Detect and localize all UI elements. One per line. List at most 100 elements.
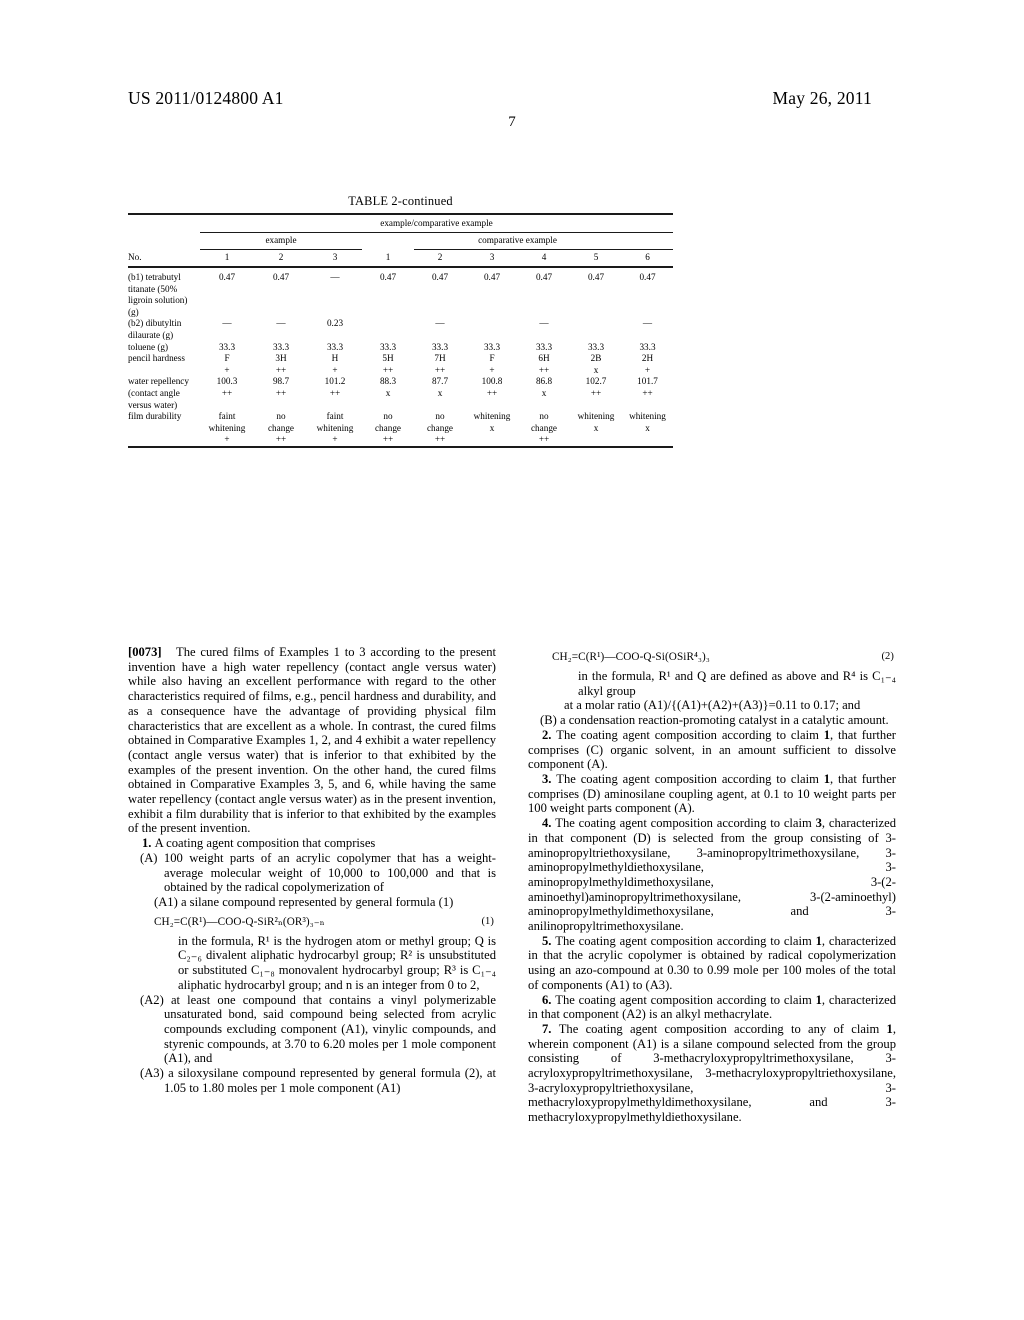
cell-value-line1: no xyxy=(435,411,445,422)
cell-rating: ++ xyxy=(642,387,653,398)
publication-date: May 26, 2011 xyxy=(772,88,872,108)
cell: 33.3 xyxy=(431,341,449,352)
cell: 0.47 xyxy=(639,272,656,282)
cell-value: 7H xyxy=(434,353,446,364)
cell-value: 87.7 xyxy=(431,376,449,387)
cell: 0.47 xyxy=(483,272,501,282)
item-tag: (A3) xyxy=(140,1066,164,1081)
cell: 0.23 xyxy=(326,318,344,329)
claim-4: 4. The coating agent composition accordi… xyxy=(528,816,896,934)
cell-value: 2B xyxy=(590,353,602,364)
claim-5: 5. The coating agent composition accordi… xyxy=(528,934,896,993)
table-row: pencil hardness F + 3H ++ H + 5H ++ 7H +… xyxy=(128,353,673,376)
cell: 0.47 xyxy=(379,272,397,282)
formula-1: CH₂=C(R¹)—COO-Q-SiR²ₙ(OR³)₃₋ₙ (1) xyxy=(128,916,496,929)
cell-rating: + xyxy=(332,434,338,445)
item-text: at least one compound that contains a vi… xyxy=(164,992,496,1066)
cell-rating: ++ xyxy=(382,434,394,445)
claim-text-post: , wherein component (A1) is a silane com… xyxy=(528,1021,896,1125)
claim-6: 6. The coating agent composition accordi… xyxy=(528,993,896,1022)
cell-value: 3H xyxy=(275,353,287,364)
cell: 100.3 ++ xyxy=(200,376,254,411)
publication-number: US 2011/0124800 A1 xyxy=(128,88,284,108)
claim-number: 2. xyxy=(542,727,552,742)
cell xyxy=(570,318,622,341)
cell: 86.8 x xyxy=(518,376,570,411)
table-row: toluene (g) 33.3 33.3 33.3 33.3 33.3 33.… xyxy=(128,342,673,354)
cell: 5H ++ xyxy=(362,353,414,376)
cell: 33.3 xyxy=(218,341,236,352)
col-header-8: 6 xyxy=(645,252,650,262)
col-header-2: 3 xyxy=(332,252,338,262)
cell: — xyxy=(276,318,286,329)
table-bottom-rule xyxy=(128,445,673,452)
row-label: (b1) tetrabutyl titanate (50% ligroin so… xyxy=(128,272,188,317)
table-row: (b1) tetrabutyl titanate (50% ligroin so… xyxy=(128,272,673,318)
cell: 33.3 xyxy=(326,341,344,352)
claim-number: 5. xyxy=(542,933,552,948)
cell-value-line1: faint xyxy=(326,411,344,422)
cell-rating: ++ xyxy=(275,387,287,398)
table-title: TABLE 2-continued xyxy=(348,194,453,208)
cell: 33.3 xyxy=(483,341,501,352)
cell: 33.3 xyxy=(535,341,553,352)
cell-rating: ++ xyxy=(275,434,287,445)
claim-1-item-a2: (A2) at least one compound that contains… xyxy=(128,993,496,1067)
formula-1-definition: in the formula, R¹ is the hydrogen atom … xyxy=(178,933,496,992)
paragraph-text: The cured films of Examples 1 to 3 accor… xyxy=(128,645,497,836)
cell: whitening x xyxy=(570,411,622,447)
cell-value: 102.7 xyxy=(585,376,607,387)
cell xyxy=(362,318,414,341)
row-label: film durability xyxy=(128,411,182,422)
cell-rating: ++ xyxy=(221,387,233,398)
cell: 0.47 xyxy=(431,272,449,282)
cell: faint whitening + xyxy=(308,411,362,447)
cell-rating: ++ xyxy=(590,387,602,398)
table-column-header-row: No. 1 2 3 1 2 3 4 5 6 xyxy=(128,252,673,267)
cell: whitening x xyxy=(622,411,673,447)
formula-1-text: CH₂=C(R¹)—COO-Q-SiR²ₙ(OR³)₃₋ₙ xyxy=(154,915,325,928)
cell-value-line2: whitening xyxy=(316,422,354,433)
cell-value: 101.2 xyxy=(324,376,346,387)
cell: 100.8 ++ xyxy=(466,376,518,411)
claim-text-post: , characterized in that component (D) is… xyxy=(528,816,896,934)
cell-value-line1: whitening xyxy=(577,411,615,422)
formula-2-number: (2) xyxy=(881,651,894,662)
claim-1-item-a: (A) 100 weight parts of an acrylic copol… xyxy=(128,851,496,895)
col-header-7: 5 xyxy=(593,252,599,262)
row-label: (b2) dibutyltin dilaurate (g) xyxy=(128,318,182,340)
cell-value-line1: no xyxy=(383,411,393,422)
cell-value: 5H xyxy=(382,353,394,364)
cell-value-line1: no xyxy=(539,411,549,422)
patent-page: US 2011/0124800 A1 May 26, 2011 7 TABLE … xyxy=(0,0,1024,1320)
cell: H + xyxy=(308,353,362,376)
claim-number: 4. xyxy=(542,816,552,831)
cell: 7H ++ xyxy=(414,353,466,376)
cell: 88.3 x xyxy=(362,376,414,411)
row-label-header: No. xyxy=(128,252,142,262)
cell-value: 98.7 xyxy=(272,376,290,387)
claim-text-pre: The coating agent composition according … xyxy=(556,772,824,786)
cell: — xyxy=(330,272,340,282)
cell: 0.47 xyxy=(272,272,290,282)
item-tag: (A2) xyxy=(140,992,164,1007)
page-number: 7 xyxy=(508,114,516,130)
col-header-3: 1 xyxy=(385,252,391,262)
cell-value: F xyxy=(224,353,230,364)
claim-3: 3. The coating agent composition accordi… xyxy=(528,772,896,816)
row-label: toluene (g) xyxy=(128,341,169,352)
col-header-6: 4 xyxy=(541,252,547,262)
cell-value-line2: x xyxy=(645,422,650,433)
row-label: water repellency (contact angle versus w… xyxy=(128,376,189,410)
cell-rating: + xyxy=(224,364,230,375)
row-label: pencil hardness xyxy=(128,353,185,364)
claim-text-pre: The coating agent composition according … xyxy=(558,1021,887,1036)
item-text: a silane compound represented by general… xyxy=(180,894,454,909)
cell: 6H ++ xyxy=(518,353,570,376)
cell-rating: ++ xyxy=(538,434,550,445)
cell: 0.47 xyxy=(218,272,236,282)
paragraph-0073: [0073] The cured films of Examples 1 to … xyxy=(128,645,496,836)
right-column: CH₂=C(R¹)—COO-Q-Si(OSiR⁴₃)₃ (2) in the f… xyxy=(528,645,896,1125)
cell: 101.7 ++ xyxy=(622,376,673,411)
cell: 87.7 x xyxy=(414,376,466,411)
